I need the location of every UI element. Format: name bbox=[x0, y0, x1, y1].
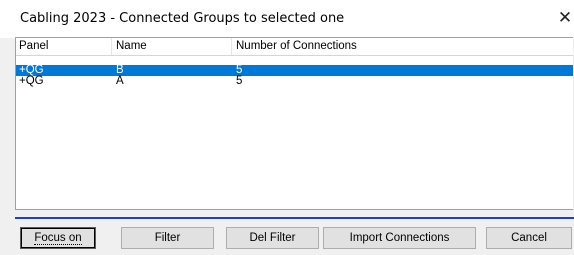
import-connections-button[interactable]: Import Connections bbox=[323, 227, 476, 249]
column-header-panel[interactable]: Panel bbox=[19, 39, 48, 54]
connected-groups-list[interactable]: Panel Name Number of Connections +QG B 5… bbox=[15, 37, 573, 210]
cancel-button[interactable]: Cancel bbox=[486, 227, 572, 249]
cell-panel: +QG bbox=[19, 75, 44, 87]
column-separator[interactable] bbox=[231, 38, 232, 55]
del-filter-button[interactable]: Del Filter bbox=[226, 227, 319, 249]
focus-on-label: Focus on bbox=[34, 232, 82, 245]
window-title: Cabling 2023 - Connected Groups to selec… bbox=[20, 11, 345, 26]
column-separator[interactable] bbox=[111, 38, 112, 55]
list-row[interactable]: +QG A 5 bbox=[16, 75, 573, 87]
list-header: Panel Name Number of Connections bbox=[16, 38, 573, 56]
cell-connections: 5 bbox=[236, 75, 243, 87]
cell-name: A bbox=[116, 75, 124, 87]
list-row[interactable]: +QG B 5 bbox=[16, 64, 573, 76]
column-header-connections[interactable]: Number of Connections bbox=[236, 39, 357, 54]
title-bar: Cabling 2023 - Connected Groups to selec… bbox=[0, 0, 574, 38]
separator-line bbox=[15, 217, 574, 219]
column-header-name[interactable]: Name bbox=[116, 39, 147, 54]
filter-button[interactable]: Filter bbox=[121, 227, 214, 249]
focus-on-button[interactable]: Focus on bbox=[20, 227, 96, 249]
close-icon[interactable]: ✕ bbox=[556, 7, 574, 29]
